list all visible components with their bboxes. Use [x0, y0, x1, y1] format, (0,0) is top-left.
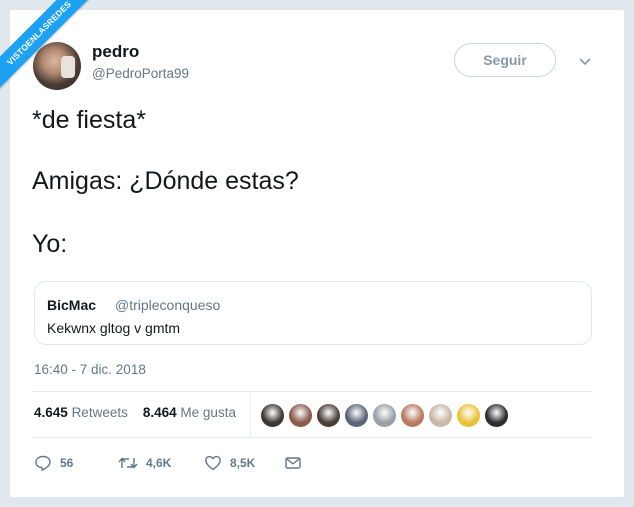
liker-avatar[interactable] [456, 403, 481, 428]
timestamp[interactable]: 16:40 - 7 dic. 2018 [34, 362, 146, 377]
direct-message-action[interactable] [284, 454, 302, 472]
tweet-line-1: *de fiesta* [32, 106, 146, 134]
follow-button[interactable]: Seguir [454, 43, 556, 77]
tweet-card: pedro @PedroPorta99 Seguir *de fiesta* A… [10, 10, 624, 497]
display-name[interactable]: pedro [92, 42, 139, 62]
reply-icon [35, 455, 51, 471]
message-icon [285, 457, 301, 469]
tweet-line-3: Yo: [32, 230, 68, 258]
divider [32, 437, 592, 438]
retweets-label[interactable]: Retweets [72, 405, 128, 420]
likes-count[interactable]: 8.464 [143, 405, 177, 420]
retweet-action[interactable]: 4,6K [118, 454, 171, 472]
quoted-display-name: BicMac [47, 297, 97, 313]
retweets-count[interactable]: 4.645 [34, 405, 68, 420]
chevron-down-icon[interactable] [578, 54, 592, 68]
liker-avatars [260, 403, 512, 428]
quoted-tweet[interactable]: BicMac @tripleconqueso Kekwnx gltog v gm… [34, 281, 592, 345]
liker-avatar[interactable] [372, 403, 397, 428]
like-action[interactable]: 8,5K [204, 454, 255, 472]
tweet-line-2: Amigas: ¿Dónde estas? [32, 167, 299, 195]
reply-action[interactable]: 56 [34, 454, 73, 472]
liker-avatar[interactable] [428, 403, 453, 428]
engagement-stats: 4.645 Retweets 8.464 Me gusta [34, 405, 236, 420]
liker-avatar[interactable] [484, 403, 509, 428]
liker-avatar[interactable] [288, 403, 313, 428]
heart-icon [205, 455, 221, 471]
user-handle[interactable]: @PedroPorta99 [92, 66, 189, 81]
liker-avatar[interactable] [316, 403, 341, 428]
retweet-icon [118, 457, 138, 469]
likes-label[interactable]: Me gusta [180, 405, 236, 420]
liker-avatar[interactable] [344, 403, 369, 428]
retweet-count: 4,6K [146, 456, 172, 470]
action-bar: 56 4,6K 8,5K [34, 454, 594, 474]
reply-count: 56 [60, 456, 74, 470]
like-count: 8,5K [230, 456, 256, 470]
quoted-text: Kekwnx gltog v gmtm [47, 320, 181, 336]
liker-avatar[interactable] [400, 403, 425, 428]
avatar[interactable] [33, 42, 81, 90]
liker-avatar[interactable] [260, 403, 285, 428]
quoted-handle: @tripleconqueso [115, 297, 221, 313]
divider [32, 391, 592, 392]
stats-separator [250, 392, 251, 436]
